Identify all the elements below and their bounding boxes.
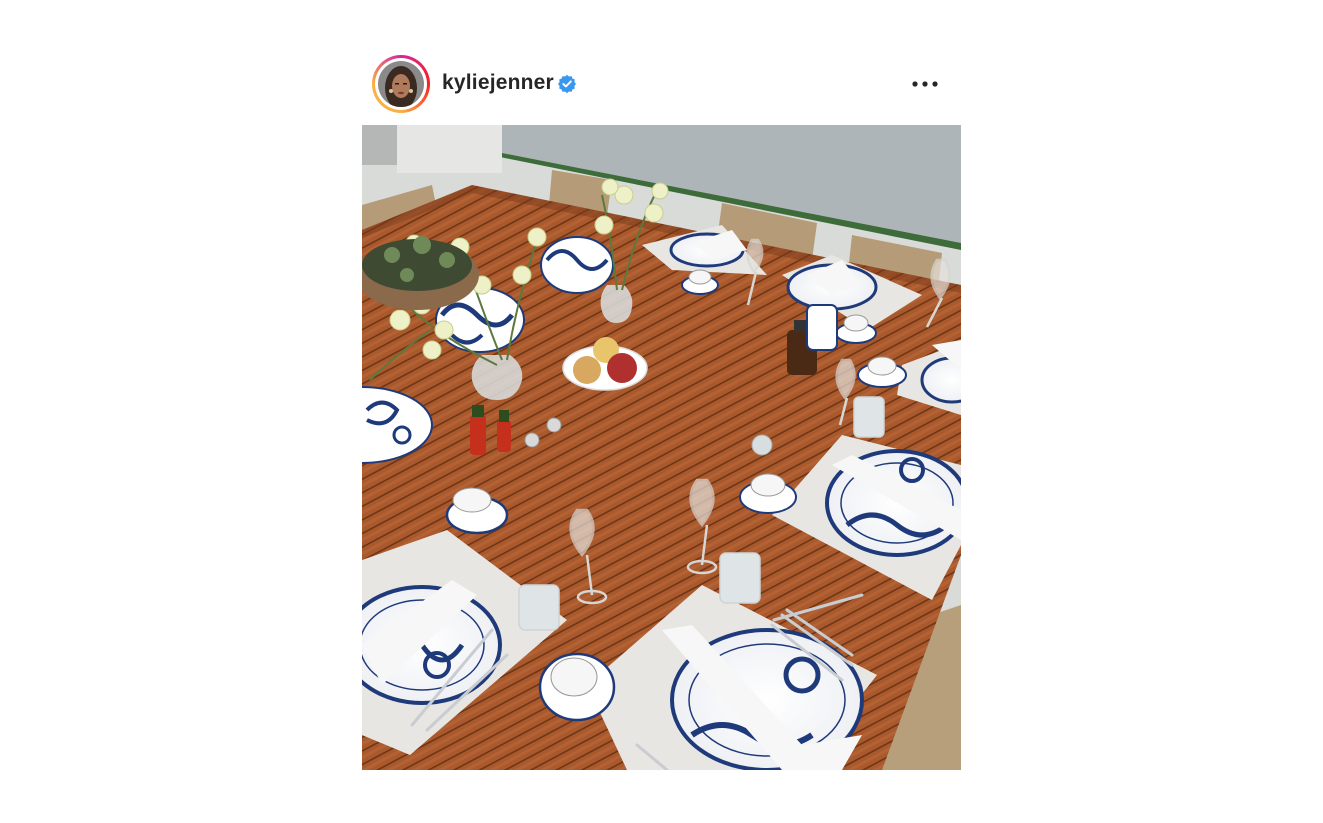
table-setting-image <box>362 125 961 770</box>
verified-badge-icon <box>558 74 576 94</box>
instagram-post: kyliejenner <box>362 50 961 770</box>
more-options-icon[interactable] <box>910 72 940 96</box>
post-photo[interactable] <box>362 125 961 770</box>
avatar[interactable] <box>378 61 424 107</box>
username-link[interactable]: kyliejenner <box>442 71 554 95</box>
post-header: kyliejenner <box>362 50 961 125</box>
story-ring[interactable] <box>372 55 430 113</box>
